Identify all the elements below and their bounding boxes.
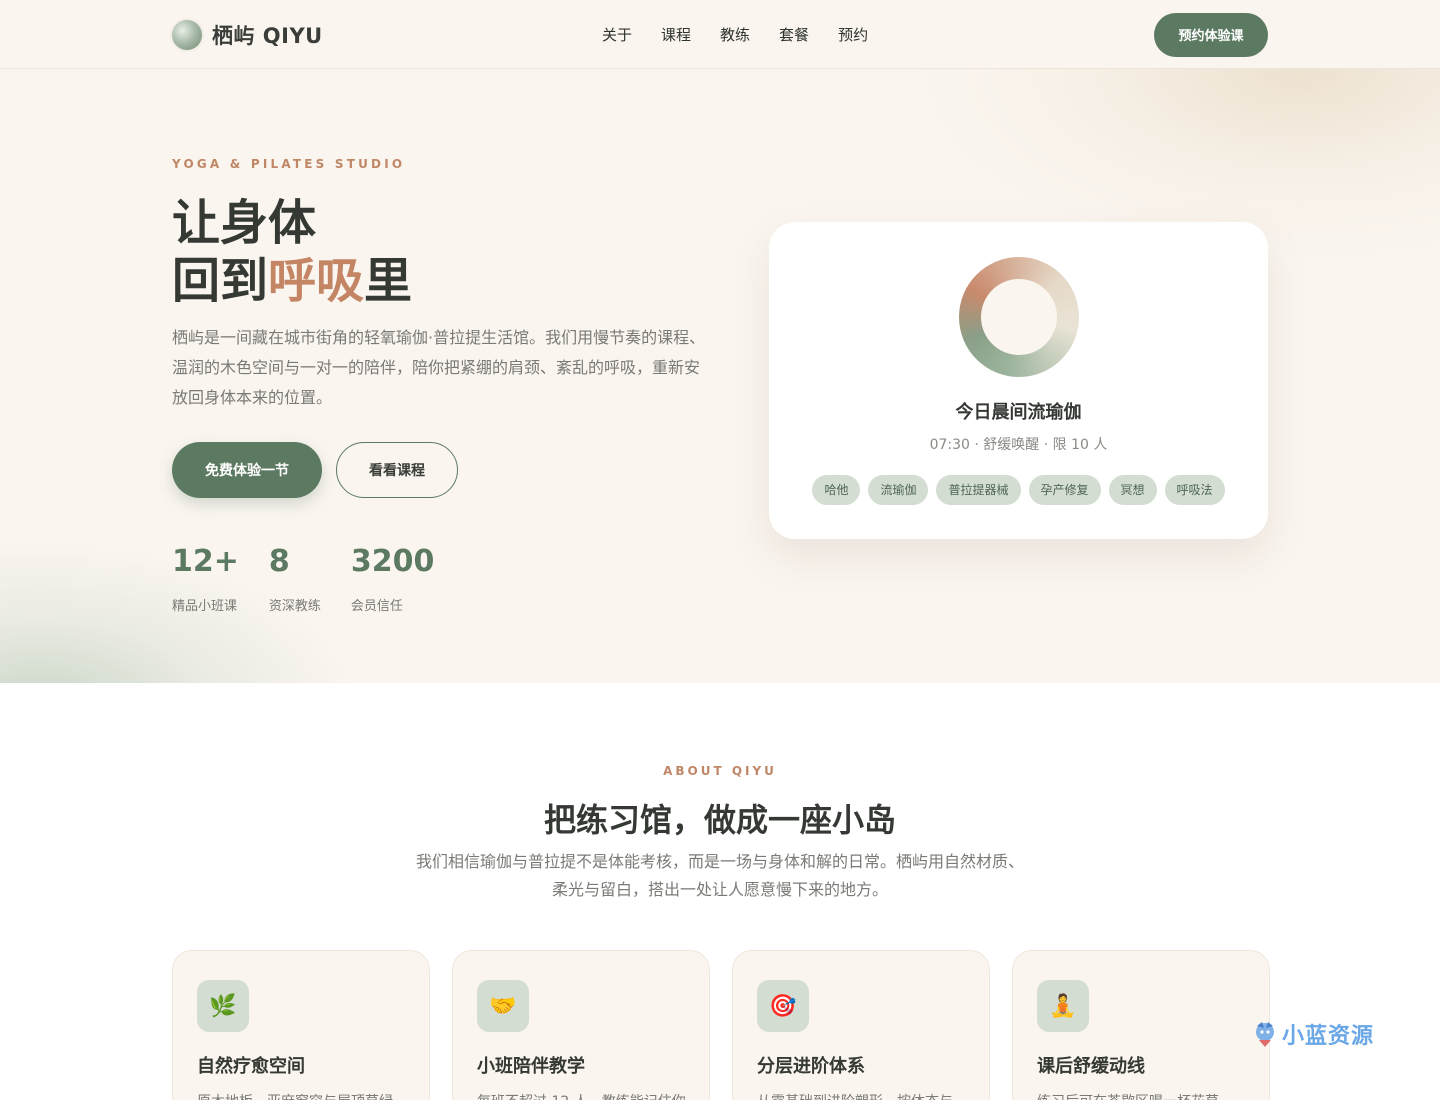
brand-logo-icon bbox=[172, 19, 202, 50]
about-eyebrow: ABOUT QIYU bbox=[663, 764, 777, 778]
hero-title-line2-prefix: 回到 bbox=[172, 253, 269, 309]
brand-name: 栖屿 QIYU bbox=[212, 23, 323, 48]
stat-label: 会员信任 bbox=[350, 599, 403, 614]
hero-description: 栖屿是一间藏在城市街角的轻氧瑜伽·普拉提生活馆。我们用慢节奏的课程、温润的木色空… bbox=[172, 328, 706, 407]
mascot-icon bbox=[1256, 1022, 1274, 1047]
feature-card[interactable]: 🌿 自然疗愈空间 原木地板、亚麻窗帘与屋顶草绿 bbox=[172, 950, 430, 1100]
tag-pilates-equipment[interactable]: 普拉提器械 bbox=[936, 475, 1021, 505]
stat-item: 3200 会员信任 bbox=[351, 543, 435, 614]
feature-title: 自然疗愈空间 bbox=[197, 1056, 305, 1077]
feature-desc: 从零基础到进阶塑形，按体态与 bbox=[757, 1090, 969, 1100]
watermark-text: 小蓝资源 bbox=[1282, 1024, 1375, 1049]
stat-item: 12+ 精品小班课 bbox=[172, 543, 239, 614]
feature-title: 小班陪伴教学 bbox=[477, 1056, 585, 1077]
hero-title: 让身体 回到呼吸里 bbox=[172, 194, 412, 310]
hero-stats: 12+ 精品小班课 8 资深教练 3200 会员信任 bbox=[172, 543, 434, 614]
free-trial-button[interactable]: 免费体验一节 bbox=[172, 442, 322, 498]
nav-link-about[interactable]: 关于 bbox=[602, 24, 632, 45]
watermark: 小蓝资源 bbox=[1252, 1018, 1374, 1050]
about-title: 把练习馆，做成一座小岛 bbox=[543, 801, 896, 839]
tag-prenatal-recovery[interactable]: 孕产修复 bbox=[1028, 475, 1101, 505]
feature-cards: 🌿 自然疗愈空间 原木地板、亚麻窗帘与屋顶草绿 🤝 小班陪伴教学 每班不超过 1… bbox=[172, 950, 1270, 1100]
top-nav: 栖屿 QIYU 关于 课程 教练 套餐 预约 预约体验课 bbox=[0, 0, 1440, 69]
stat-item: 8 资深教练 bbox=[269, 543, 321, 614]
tag-flow-yoga[interactable]: 流瑜伽 bbox=[868, 475, 929, 505]
hero-title-line1: 让身体 bbox=[172, 195, 317, 251]
feature-card[interactable]: 🧘 课后舒缓动线 练习后可在茶歇区喝一杯花草 bbox=[1012, 950, 1270, 1100]
feature-title: 分层进阶体系 bbox=[757, 1056, 865, 1077]
hero-eyebrow: YOGA & PILATES STUDIO bbox=[172, 157, 406, 171]
book-trial-button[interactable]: 预约体验课 bbox=[1154, 12, 1268, 57]
feature-title: 课后舒缓动线 bbox=[1037, 1056, 1145, 1077]
nav-link-plans[interactable]: 套餐 bbox=[779, 24, 809, 45]
stat-label: 资深教练 bbox=[268, 599, 321, 614]
stat-value: 3200 bbox=[350, 544, 435, 579]
leaf-icon: 🌿 bbox=[197, 980, 249, 1032]
class-meta: 07:30 · 舒缓唤醒 · 限 10 人 bbox=[929, 437, 1108, 453]
brand[interactable]: 栖屿 QIYU bbox=[172, 19, 323, 50]
feature-desc: 每班不超过 12 人，教练能记住你 bbox=[477, 1090, 689, 1100]
nav-link-coaches[interactable]: 教练 bbox=[720, 24, 750, 45]
stat-value: 8 bbox=[268, 544, 290, 579]
nav-link-booking[interactable]: 预约 bbox=[838, 24, 868, 45]
nav-links: 关于 课程 教练 套餐 预约 bbox=[602, 24, 868, 45]
nav-link-courses[interactable]: 课程 bbox=[661, 24, 691, 45]
todays-class-card: 今日晨间流瑜伽 07:30 · 舒缓唤醒 · 限 10 人 哈他 流瑜伽 普拉提… bbox=[769, 222, 1268, 539]
hero-title-line2-suffix: 里 bbox=[364, 253, 413, 309]
feature-card[interactable]: 🤝 小班陪伴教学 每班不超过 12 人，教练能记住你 bbox=[452, 950, 710, 1100]
breath-ring-icon bbox=[959, 257, 1079, 377]
target-icon: 🎯 bbox=[757, 980, 809, 1032]
tag-hatha[interactable]: 哈他 bbox=[812, 475, 861, 505]
stat-label: 精品小班课 bbox=[172, 599, 238, 614]
stat-value: 12+ bbox=[172, 544, 239, 579]
hero-title-accent: 呼吸 bbox=[268, 253, 365, 309]
tag-breathing[interactable]: 呼吸法 bbox=[1164, 475, 1225, 505]
feature-card[interactable]: 🎯 分层进阶体系 从零基础到进阶塑形，按体态与 bbox=[732, 950, 990, 1100]
about-description: 我们相信瑜伽与普拉提不是体能考核，而是一场与身体和解的日常。栖屿用自然材质、柔光… bbox=[415, 852, 1024, 899]
nav-inner: 栖屿 QIYU 关于 课程 教练 套餐 预约 预约体验课 bbox=[172, 0, 1268, 69]
feature-desc: 练习后可在茶歇区喝一杯花草 bbox=[1037, 1090, 1249, 1100]
meditation-icon: 🧘 bbox=[1037, 980, 1089, 1032]
hero-section: YOGA & PILATES STUDIO 让身体 回到呼吸里 栖屿是一间藏在城… bbox=[0, 69, 1440, 683]
ring-hole bbox=[981, 279, 1057, 355]
view-courses-button[interactable]: 看看课程 bbox=[336, 442, 458, 498]
tag-meditation[interactable]: 冥想 bbox=[1108, 475, 1157, 505]
class-title: 今日晨间流瑜伽 bbox=[955, 402, 1082, 423]
handshake-icon: 🤝 bbox=[477, 980, 529, 1032]
class-tags: 哈他 流瑜伽 普拉提器械 孕产修复 冥想 呼吸法 bbox=[769, 475, 1268, 505]
feature-desc: 原木地板、亚麻窗帘与屋顶草绿 bbox=[197, 1090, 409, 1100]
